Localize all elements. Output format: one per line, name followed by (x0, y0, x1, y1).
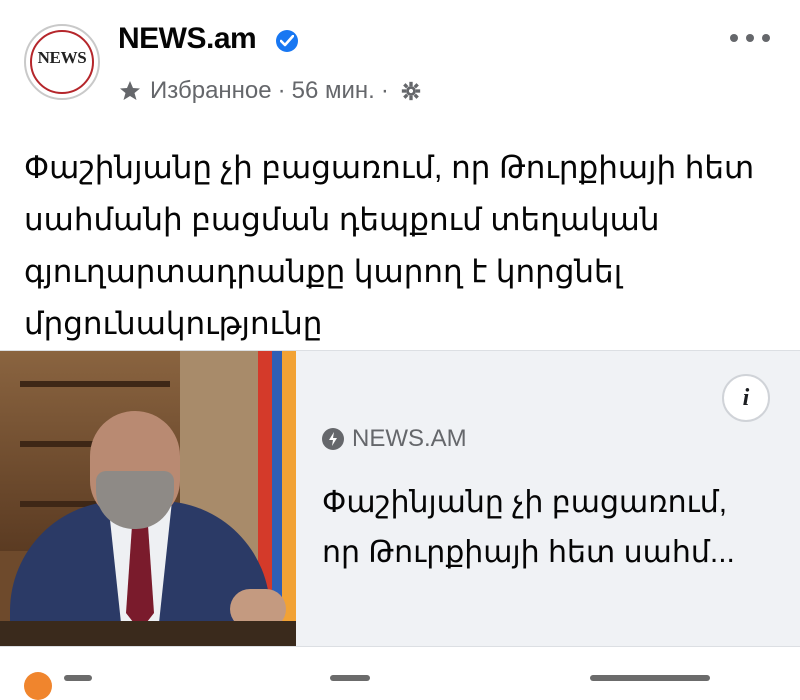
link-source-name: NEWS.AM (352, 425, 467, 452)
thumbnail-desk (0, 621, 296, 646)
instant-article-icon (322, 428, 344, 450)
reaction-icon[interactable] (24, 672, 52, 700)
star-icon (120, 81, 140, 100)
comments-count-partial (330, 675, 370, 681)
post-timestamp[interactable]: 56 мин. (292, 77, 375, 105)
shares-count-partial (590, 675, 710, 681)
favorites-label[interactable]: Избранное (150, 77, 272, 105)
post-text: Փաշինյանը չի բացառում, որ Թուրքիայի հետ … (24, 150, 755, 341)
info-button[interactable]: i (722, 374, 770, 422)
link-source: NEWS.AM (322, 424, 467, 454)
meta-separator: · (277, 77, 286, 104)
link-title[interactable]: Փաշինյանը չի բացառում, որ Թուրքիայի հետ … (322, 478, 762, 578)
meta-separator-2: · (380, 77, 389, 104)
post-meta: Избранное · 56 мин. · (118, 74, 421, 108)
page-name-link[interactable]: NEWS.am (118, 22, 257, 56)
avatar-logo-text: NEWS (37, 48, 87, 67)
page-avatar[interactable]: NEWS (24, 24, 100, 100)
reactions-bar (0, 660, 800, 700)
reaction-count-partial (64, 675, 92, 681)
post-header: NEWS NEWS.am Избранное · 56 мин. · (0, 0, 800, 130)
link-thumbnail (0, 351, 296, 646)
verified-badge-icon (276, 30, 298, 52)
gear-icon (401, 81, 421, 101)
more-options-icon[interactable] (730, 28, 770, 48)
